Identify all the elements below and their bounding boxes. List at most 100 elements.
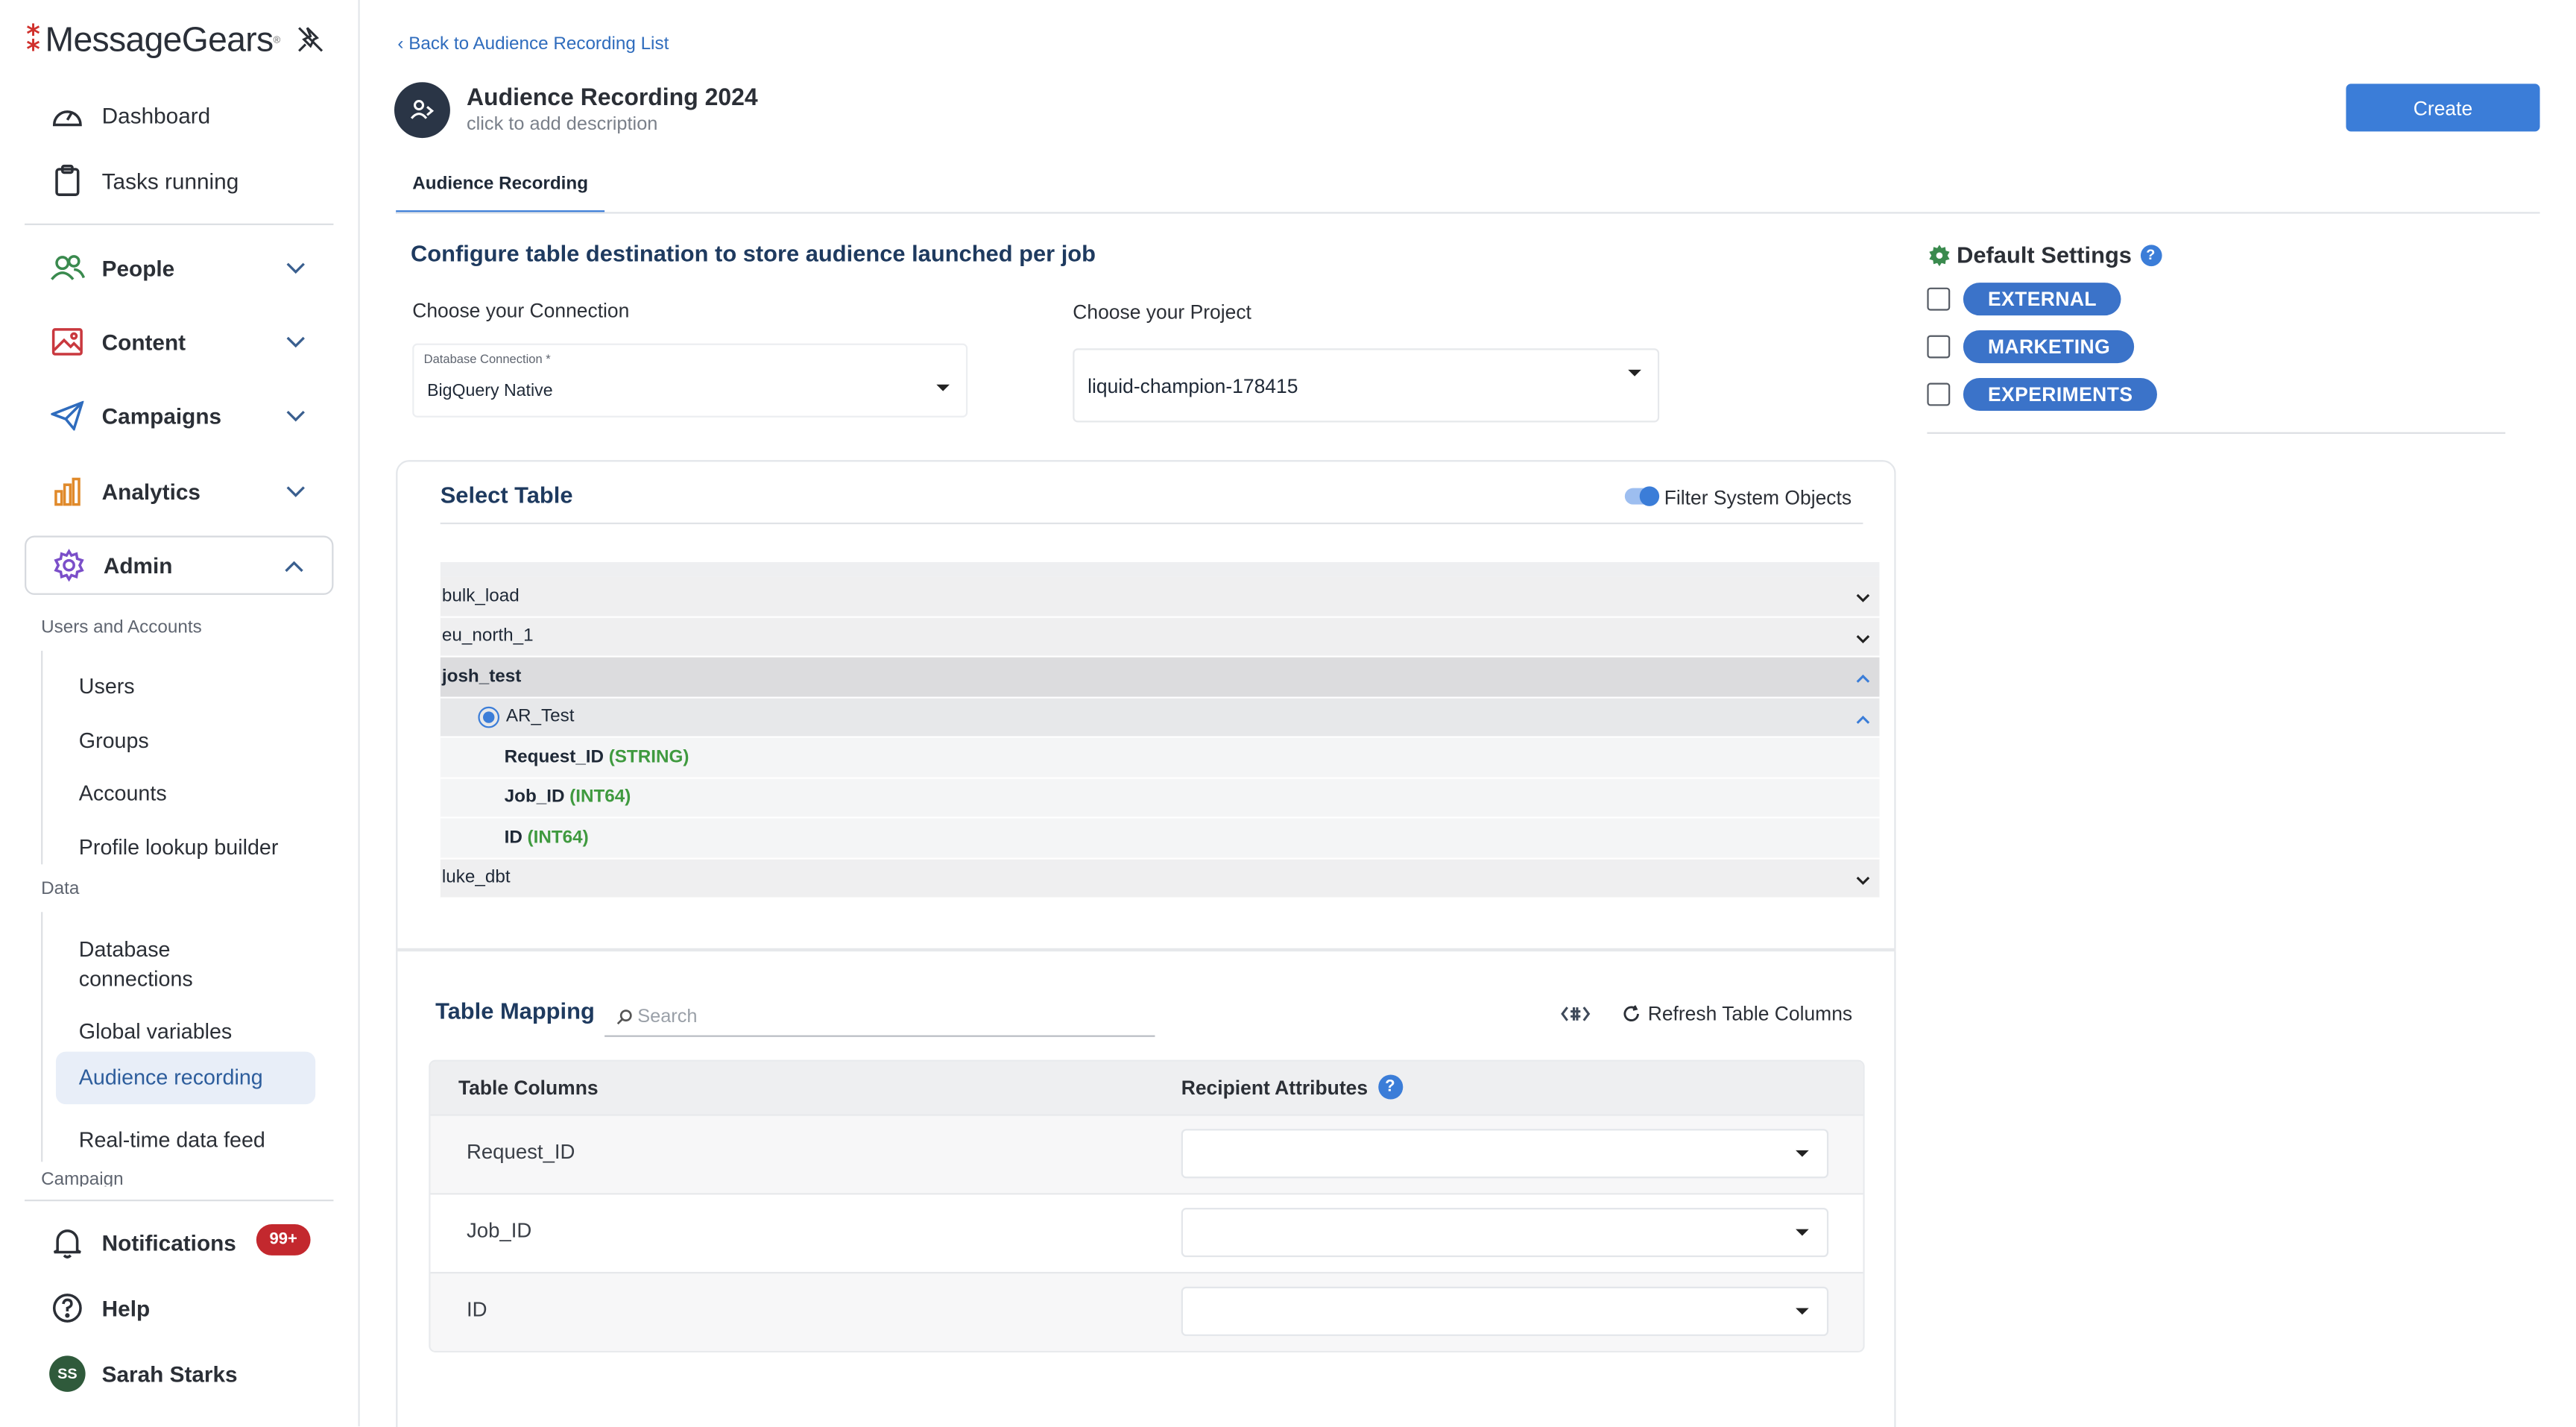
- logo[interactable]: ⁑ MessageGears ®: [25, 19, 280, 60]
- tab-audience-recording[interactable]: Audience Recording: [396, 158, 605, 214]
- config-section-title: Configure table destination to store aud…: [411, 239, 1096, 267]
- tree-column-request-id: Request_ID (STRING): [440, 737, 1880, 778]
- tree-dataset-josh-test[interactable]: josh_test: [440, 657, 1880, 698]
- logo-text: MessageGears: [45, 20, 274, 59]
- sidebar-subitem-users[interactable]: Users: [56, 662, 315, 711]
- column-type: (INT64): [527, 828, 589, 848]
- tab-divider: [396, 212, 2540, 214]
- sidebar-subitem-groups[interactable]: Groups: [56, 716, 315, 766]
- sidebar-item-help[interactable]: Help: [25, 1279, 333, 1338]
- recipient-attribute-select[interactable]: [1181, 1129, 1829, 1179]
- column-name: Request_ID: [504, 747, 604, 767]
- search-icon: [616, 1009, 632, 1024]
- mapping-column-name: ID: [466, 1298, 487, 1322]
- tree-dataset-luke-dbt[interactable]: luke_dbt: [440, 858, 1880, 899]
- help-icon[interactable]: ?: [2140, 244, 2162, 265]
- dataset-label: josh_test: [441, 667, 522, 687]
- default-option-marketing[interactable]: MARKETING: [1927, 330, 2135, 364]
- sidebar-item-admin[interactable]: Admin: [25, 535, 334, 595]
- mapping-table-header: Table Columns Recipient Attributes ?: [430, 1061, 1863, 1115]
- tag-pill: EXTERNAL: [1963, 283, 2122, 316]
- sidebar-item-analytics[interactable]: Analytics: [25, 462, 333, 520]
- unpin-icon[interactable]: [296, 25, 326, 54]
- table-row: Job_ID: [430, 1193, 1863, 1272]
- tree-table-ar-test[interactable]: AR_Test: [440, 697, 1880, 738]
- back-link-label: Back to Audience Recording List: [408, 34, 669, 54]
- sidebar-item-content[interactable]: Content: [25, 312, 333, 371]
- back-link[interactable]: ‹ Back to Audience Recording List: [397, 34, 669, 54]
- database-connection-select[interactable]: Database Connection * BigQuery Native: [412, 343, 968, 418]
- chevron-up-icon: [285, 561, 303, 573]
- mapping-search-input[interactable]: Search: [604, 998, 1155, 1037]
- group-label-data: Data: [41, 879, 80, 899]
- submenu-line: [41, 650, 43, 865]
- default-option-external[interactable]: EXTERNAL: [1927, 283, 2122, 316]
- create-button[interactable]: Create: [2346, 84, 2540, 132]
- filter-system-objects-toggle[interactable]: [1624, 486, 1660, 506]
- table-tree[interactable]: bulk_load eu_north_1 josh_test AR_Test R…: [440, 561, 1880, 904]
- tree-column-id: ID (INT64): [440, 818, 1880, 859]
- tree-dataset-eu-north-1[interactable]: eu_north_1: [440, 617, 1880, 658]
- caret-down-icon: [1796, 1150, 1809, 1157]
- tree-row-partial: [440, 561, 1880, 577]
- caret-down-icon: [936, 384, 950, 391]
- checkbox[interactable]: [1927, 382, 1951, 406]
- sidebar-subitem-accounts[interactable]: Accounts: [56, 769, 315, 819]
- chevron-down-icon: [286, 262, 305, 274]
- sidebar-subitem-profile-lookup-builder[interactable]: Profile lookup builder: [56, 823, 315, 872]
- group-label-campaign: Campaign: [41, 1170, 124, 1187]
- user-name: Sarah Starks: [101, 1361, 238, 1387]
- sidebar-item-people[interactable]: People: [25, 239, 333, 297]
- chevron-up-icon: [1856, 674, 1870, 683]
- header-recipient-attributes: Recipient Attributes ?: [1181, 1074, 1403, 1100]
- default-option-experiments[interactable]: EXPERIMENTS: [1927, 377, 2158, 412]
- project-select[interactable]: liquid-champion-178415: [1073, 348, 1660, 423]
- logo-mark-icon: ⁑: [25, 22, 42, 60]
- column-name: Job_ID: [504, 787, 565, 807]
- caret-down-icon: [1628, 369, 1641, 377]
- header-table-columns: Table Columns: [458, 1076, 599, 1100]
- chevron-down-icon: [1856, 593, 1870, 602]
- sidebar-item-label: Dashboard: [101, 102, 211, 127]
- sidebar-subitem-real-time-data-feed[interactable]: Real-time data feed: [56, 1116, 315, 1165]
- submenu-line: [41, 912, 43, 1162]
- gear-icon: [1929, 244, 1950, 265]
- column-type: (STRING): [608, 747, 689, 767]
- radio-selected[interactable]: [478, 706, 500, 728]
- search-placeholder: Search: [637, 1007, 698, 1027]
- sidebar-item-label: Campaigns: [101, 403, 222, 429]
- sidebar-subitem-global-variables[interactable]: Global variables: [56, 1007, 315, 1056]
- sidebar-subitem-database-connections[interactable]: Database connections: [56, 925, 253, 1004]
- sidebar-item-tasks-running[interactable]: Tasks running: [25, 151, 333, 210]
- radio-dot: [483, 711, 495, 723]
- sidebar-item-label: Tasks running: [101, 168, 239, 193]
- column-name: ID: [504, 828, 523, 848]
- mapping-column-name: Job_ID: [466, 1219, 532, 1243]
- checkbox[interactable]: [1927, 287, 1951, 311]
- sidebar-item-campaigns[interactable]: Campaigns: [25, 386, 333, 445]
- chevron-down-icon: [1856, 875, 1870, 884]
- sidebar: ⁑ MessageGears ® Dashboard Tasks running…: [0, 0, 360, 1427]
- checkbox[interactable]: [1927, 335, 1951, 359]
- paper-plane-icon: [49, 397, 85, 433]
- default-settings-divider: [1927, 432, 2506, 434]
- sidebar-item-label: Admin: [103, 552, 173, 578]
- tree-dataset-bulk-load[interactable]: bulk_load: [440, 576, 1880, 617]
- default-settings-label: Default Settings: [1957, 242, 2132, 268]
- recipient-attribute-select[interactable]: [1181, 1208, 1829, 1258]
- page-title[interactable]: Audience Recording 2024: [467, 86, 758, 112]
- page-description[interactable]: click to add description: [467, 115, 657, 134]
- sidebar-item-dashboard[interactable]: Dashboard: [25, 86, 333, 145]
- header-recipient-attributes-label: Recipient Attributes: [1181, 1075, 1368, 1099]
- refresh-table-columns-button[interactable]: Refresh Table Columns: [1621, 1003, 1852, 1025]
- help-icon[interactable]: ?: [1377, 1074, 1403, 1100]
- sidebar-subitem-audience-recording[interactable]: Audience recording: [55, 1051, 316, 1105]
- mapping-table: Table Columns Recipient Attributes ? Req…: [429, 1059, 1865, 1352]
- recipient-attribute-select[interactable]: [1181, 1286, 1829, 1336]
- auto-map-icon[interactable]: [1561, 1004, 1591, 1029]
- caret-down-icon: [1796, 1308, 1809, 1315]
- sidebar-item-user-profile[interactable]: SS Sarah Starks: [25, 1344, 333, 1403]
- audience-recording-icon: [394, 82, 450, 139]
- column-type: (INT64): [569, 787, 631, 807]
- dataset-label: eu_north_1: [441, 626, 534, 646]
